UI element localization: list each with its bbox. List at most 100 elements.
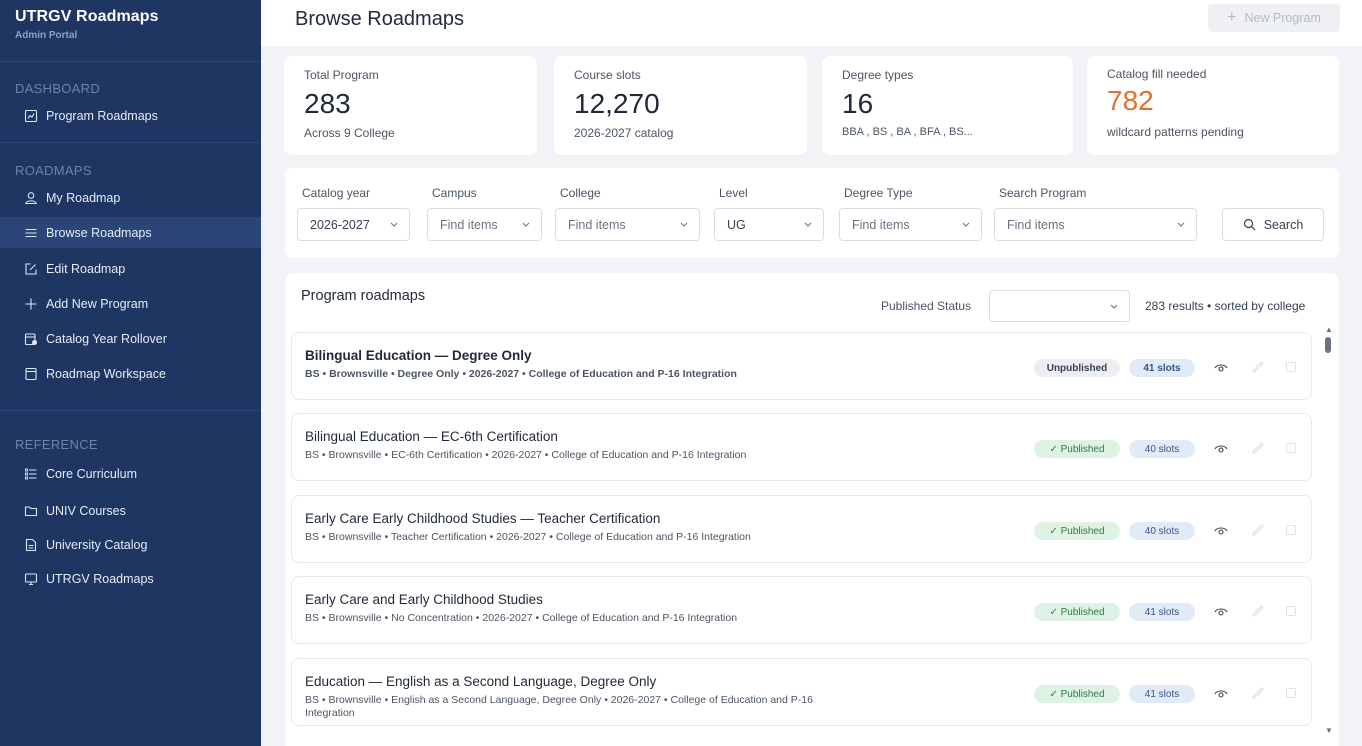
trash-icon[interactable] <box>1285 605 1297 617</box>
scroll-down-icon[interactable]: ▼ <box>1325 726 1333 735</box>
table-row[interactable]: Bilingual Education — Degree Only BS • B… <box>291 332 1312 400</box>
folder-icon <box>24 505 38 516</box>
row-meta: BS • Brownsville • Degree Only • 2026-20… <box>305 368 737 380</box>
level-label: Level <box>719 186 748 200</box>
trash-icon[interactable] <box>1285 361 1297 373</box>
brand-title: UTRGV Roadmaps <box>15 8 159 25</box>
pencil-icon[interactable] <box>1252 442 1264 454</box>
filter-bar: Catalog year 2026-2027 Campus Find items… <box>285 168 1339 258</box>
table-row[interactable]: Early Care Early Childhood Studies — Tea… <box>291 495 1312 563</box>
result-count: 283 results • sorted by college <box>1145 299 1306 313</box>
trash-icon[interactable] <box>1285 442 1297 454</box>
section-label: DASHBOARD <box>15 81 101 96</box>
document-icon <box>25 538 37 551</box>
stat-label: Catalog fill needed <box>1107 67 1207 81</box>
sidebar-item-program-roadmaps[interactable]: Program Roadmaps <box>0 100 261 131</box>
stat-value: 283 <box>304 88 351 119</box>
search-program-placeholder: Find items <box>1007 217 1065 232</box>
published-status-select[interactable] <box>989 290 1130 322</box>
degree-type-select[interactable]: Find items <box>839 208 982 241</box>
row-title: Bilingual Education — EC-6th Certificati… <box>305 429 558 444</box>
row-meta: BS • Brownsville • English as a Second L… <box>305 694 813 719</box>
status-badge: ✓ Published <box>1034 440 1120 458</box>
sidebar-item-label: My Roadmap <box>46 190 121 205</box>
sidebar-item-utrgv-roadmaps[interactable]: UTRGV Roadmaps <box>0 563 261 594</box>
campus-placeholder: Find items <box>440 217 498 232</box>
section-label: REFERENCE <box>15 437 98 452</box>
stat-value: 12,270 <box>574 88 660 119</box>
stat-value: 16 <box>842 88 874 119</box>
chart-box-icon <box>24 109 38 122</box>
sidebar-item-my-roadmap[interactable]: My Roadmap <box>0 182 261 213</box>
sidebar-item-label: UTRGV Roadmaps <box>46 571 154 586</box>
college-label: College <box>560 186 601 200</box>
trash-icon[interactable] <box>1285 524 1297 536</box>
sidebar-section-roadmaps: ROADMAPS My Roadmap Browse Roadmaps Edit… <box>0 143 261 411</box>
degree-type-placeholder: Find items <box>852 217 910 232</box>
edit-icon <box>25 262 37 275</box>
stat-card-degree-types: Degree types 16 BBA , BS , BA , BFA , BS… <box>822 56 1073 155</box>
search-program-select[interactable]: Find items <box>994 208 1197 241</box>
status-badge: ✓ Published <box>1034 603 1120 621</box>
slots-badge: 41 slots <box>1129 685 1195 703</box>
monitor-icon <box>24 572 38 585</box>
chevron-down-icon <box>804 222 812 227</box>
eye-icon[interactable] <box>1214 606 1228 618</box>
catalog-year-label: Catalog year <box>302 186 371 200</box>
slots-badge: 41 slots <box>1129 359 1195 377</box>
sidebar-item-univ-courses[interactable]: UNIV Courses <box>0 495 261 526</box>
pencil-icon[interactable] <box>1252 687 1264 699</box>
brand: UTRGV Roadmaps Admin Portal <box>0 0 261 62</box>
catalog-year-value: 2026-2027 <box>310 217 370 232</box>
sidebar: UTRGV Roadmaps Admin Portal DASHBOARD Pr… <box>0 0 261 746</box>
sidebar-item-core-curriculum[interactable]: Core Curriculum <box>0 458 261 489</box>
sidebar-section-reference: REFERENCE Core Curriculum UNIV Courses U… <box>0 411 261 594</box>
sidebar-item-label: Roadmap Workspace <box>46 366 166 381</box>
published-status-label: Published Status <box>881 299 972 313</box>
list-icon <box>25 468 37 479</box>
header: Browse Roadmaps + New Program <box>261 0 1362 46</box>
sidebar-item-browse-roadmaps[interactable]: Browse Roadmaps <box>0 217 261 248</box>
eye-icon[interactable] <box>1214 443 1228 455</box>
row-title: Education — English as a Second Language… <box>305 674 657 689</box>
new-program-button[interactable]: + New Program <box>1208 4 1340 32</box>
scrollbar-thumb[interactable] <box>1325 337 1331 353</box>
pencil-icon[interactable] <box>1252 524 1264 536</box>
table-row[interactable]: Early Care and Early Childhood Studies B… <box>291 576 1312 644</box>
table-row[interactable]: Bilingual Education — EC-6th Certificati… <box>291 413 1312 481</box>
pencil-icon[interactable] <box>1252 361 1264 373</box>
eye-icon[interactable] <box>1214 688 1228 700</box>
slots-badge: 40 slots <box>1129 522 1195 540</box>
level-value: UG <box>727 217 746 232</box>
sidebar-item-roadmap-workspace[interactable]: Roadmap Workspace <box>0 358 261 389</box>
catalog-year-select[interactable]: 2026-2027 <box>297 208 410 241</box>
college-select[interactable]: Find items <box>555 208 700 241</box>
sidebar-item-label: UNIV Courses <box>46 503 126 518</box>
results-title: Program roadmaps <box>301 288 426 304</box>
eye-icon[interactable] <box>1214 525 1228 537</box>
stat-sub: Across 9 College <box>304 126 395 140</box>
row-title: Early Care and Early Childhood Studies <box>305 592 543 607</box>
eye-icon[interactable] <box>1214 362 1228 374</box>
scroll-up-icon[interactable]: ▲ <box>1325 325 1333 334</box>
sidebar-item-label: Edit Roadmap <box>46 261 126 276</box>
scrollbar[interactable]: ▲ ▼ <box>1322 325 1334 735</box>
sidebar-item-label: Catalog Year Rollover <box>46 331 167 346</box>
degree-type-label: Degree Type <box>844 186 913 200</box>
sidebar-item-label: University Catalog <box>46 537 148 552</box>
slots-badge: 40 slots <box>1129 440 1195 458</box>
chevron-down-icon <box>962 222 970 227</box>
search-button[interactable]: Search <box>1222 208 1324 241</box>
trash-icon[interactable] <box>1285 687 1297 699</box>
sidebar-item-catalog-year-rollover[interactable]: Catalog Year Rollover <box>0 323 261 354</box>
table-row[interactable]: Education — English as a Second Language… <box>291 658 1312 726</box>
pencil-icon[interactable] <box>1252 605 1264 617</box>
calendar-icon <box>24 332 37 345</box>
sidebar-item-add-new-program[interactable]: Add New Program <box>0 288 261 319</box>
results-panel: Program roadmaps Published Status 283 re… <box>285 273 1339 746</box>
sidebar-item-label: Program Roadmaps <box>46 108 158 123</box>
level-select[interactable]: UG <box>714 208 824 241</box>
campus-select[interactable]: Find items <box>427 208 542 241</box>
sidebar-item-university-catalog[interactable]: University Catalog <box>0 529 261 560</box>
sidebar-item-edit-roadmap[interactable]: Edit Roadmap <box>0 253 261 284</box>
